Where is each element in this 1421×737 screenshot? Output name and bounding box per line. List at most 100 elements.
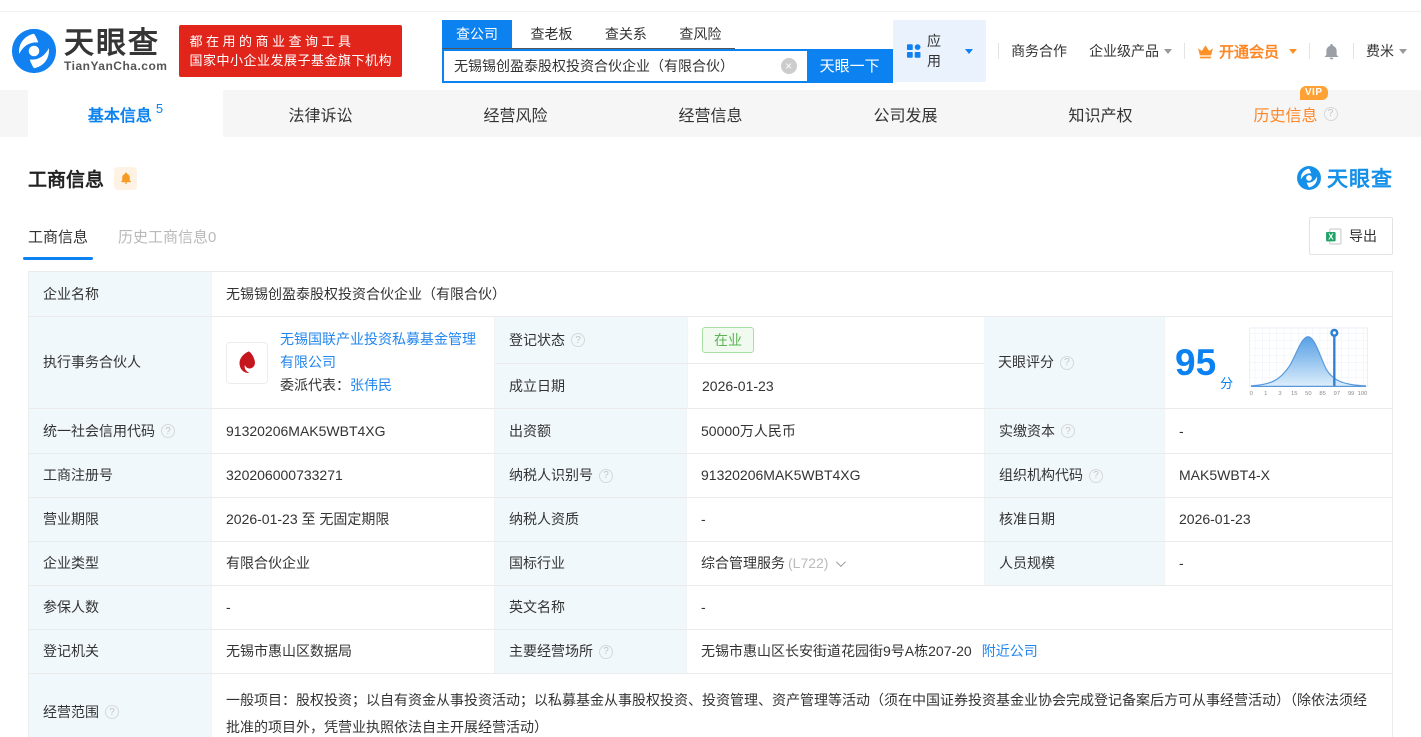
partner-label: 执行事务合伙人 [29, 317, 211, 408]
staff-size-label: 人员规模 [984, 542, 1164, 585]
apps-button[interactable]: 应用 [892, 20, 987, 82]
tab-company-development[interactable]: 公司发展 [808, 90, 1003, 137]
approval-date-value: 2026-01-23 [1164, 498, 1392, 541]
industry-label: 国标行业 [494, 542, 686, 585]
slogan-banner: 都在用的商业查询工具 国家中小企业发展子基金旗下机构 [179, 25, 402, 77]
address-value: 无锡市惠山区长安街道花园街9号A栋207-20 附近公司 [686, 630, 1392, 673]
tab-count: 5 [155, 101, 164, 116]
logo-domain: TianYanCha.com [64, 59, 168, 73]
search-tab-company[interactable]: 查公司 [442, 19, 512, 48]
tab-intellectual-property[interactable]: 知识产权 [1003, 90, 1198, 137]
reg-status-value: 在业 [687, 317, 984, 363]
clear-search-icon[interactable]: × [780, 57, 797, 74]
vip-label: 开通会员 [1219, 43, 1280, 61]
nearby-companies-link[interactable]: 附近公司 [982, 641, 1038, 662]
company-name-label: 企业名称 [29, 272, 211, 316]
reg-number-label: 工商注册号 [29, 454, 211, 497]
divider [1353, 43, 1355, 59]
svg-text:85: 85 [1320, 391, 1326, 397]
notification-bell-icon[interactable] [1322, 42, 1341, 61]
chevron-down-icon [1399, 48, 1408, 54]
row-partner: 执行事务合伙人 无锡国联产业投资私募基金管理有限公司 委派代表：张伟民 登记状态… [29, 317, 1392, 409]
partner-company-logo[interactable] [226, 341, 268, 384]
capital-value: 50000万人民币 [686, 409, 984, 453]
svg-text:97: 97 [1334, 391, 1340, 397]
help-icon[interactable]: ? [571, 333, 585, 347]
tianyancha-watermark-icon [1297, 166, 1321, 190]
excel-icon: X [1326, 228, 1342, 244]
company-type-label: 企业类型 [29, 542, 211, 585]
search-tab-boss[interactable]: 查老板 [516, 20, 586, 48]
tab-operation-info[interactable]: 经营信息 [613, 90, 808, 137]
search-input[interactable] [442, 48, 807, 83]
score-value: 95 分 0 1 3 15 50 85 97 99 100 [1164, 317, 1392, 408]
est-date-label: 成立日期 [495, 364, 687, 408]
main-content: 工商信息 天眼查 工商信息 历史工商信息0 X 导出 企业名称 无锡锡创盈泰股权… [0, 163, 1421, 737]
nav-enterprise-products[interactable]: 企业级产品 [1089, 41, 1173, 61]
biz-scope-label: 经营范围? [29, 674, 211, 737]
help-icon[interactable]: ? [599, 644, 613, 659]
tab-label: 基本信息 [87, 107, 152, 125]
tab-operation-risk[interactable]: 经营风险 [418, 90, 613, 137]
help-icon[interactable]: ? [161, 424, 175, 438]
tianyancha-logo-icon [11, 28, 57, 74]
tab-basic-info[interactable]: 基本信息 5 [28, 90, 223, 137]
paid-capital-label: 实缴资本? [984, 409, 1164, 453]
help-icon[interactable]: ? [1060, 355, 1074, 370]
help-icon[interactable]: ? [1323, 106, 1338, 121]
paid-capital-value: - [1164, 409, 1392, 453]
export-button[interactable]: X 导出 [1309, 217, 1393, 255]
insured-label: 参保人数 [29, 586, 211, 629]
search-tabs: 查公司 查老板 查关系 查风险 [442, 19, 736, 49]
biz-scope-value: 一般项目：股权投资；以自有资金从事投资活动；以私募基金从事股权投资、投资管理、资… [211, 674, 1392, 737]
score-number: 95 [1175, 342, 1217, 383]
svg-text:15: 15 [1291, 391, 1297, 397]
apps-label: 应用 [927, 33, 942, 69]
subtab-history-business-info[interactable]: 历史工商信息0 [118, 226, 216, 247]
company-type-value: 有限合伙企业 [211, 542, 494, 585]
header: 天眼查 TianYanCha.com 都在用的商业查询工具 国家中小企业发展子基… [0, 12, 1421, 90]
partner-rep-link[interactable]: 张伟民 [350, 377, 392, 393]
slogan-line2: 国家中小企业发展子基金旗下机构 [189, 53, 392, 68]
svg-text:100: 100 [1358, 391, 1368, 397]
reg-status-label: 登记状态? [495, 317, 687, 363]
chevron-down-icon [965, 48, 974, 54]
org-code-label: 组织机构代码? [984, 454, 1164, 497]
tab-legal-proceedings[interactable]: 法律诉讼 [223, 90, 418, 137]
search-button[interactable]: 天眼一下 [806, 48, 893, 83]
biz-term-value: 2026-01-23 至 无固定期限 [211, 498, 494, 541]
staff-size-value: - [1164, 542, 1392, 585]
search-tab-risk[interactable]: 查风险 [665, 20, 735, 48]
vip-badge: VIP [1299, 85, 1328, 100]
row-biz-term: 营业期限 2026-01-23 至 无固定期限 纳税人资质 - 核准日期 202… [29, 498, 1392, 542]
user-name: 费米 [1366, 43, 1395, 59]
business-info-table: 企业名称 无锡锡创盈泰股权投资合伙企业（有限合伙） 执行事务合伙人 无锡国联产业… [28, 271, 1393, 737]
search-tab-relation[interactable]: 查关系 [591, 20, 661, 48]
divider [1309, 43, 1311, 59]
help-icon[interactable]: ? [105, 705, 119, 720]
est-date-value: 2026-01-23 [687, 364, 984, 408]
company-nav-tabs: 基本信息 5 法律诉讼 经营风险 经营信息 公司发展 知识产权 历史信息 VIP… [0, 85, 1421, 137]
tab-history-info[interactable]: 历史信息 VIP ? [1198, 85, 1393, 137]
reg-authority-label: 登记机关 [29, 630, 211, 673]
credit-code-value: 91320206MAK5WBT4XG [211, 409, 494, 453]
tianyancha-logo[interactable]: 天眼查 TianYanCha.com [10, 27, 167, 75]
subtab-business-info[interactable]: 工商信息 [22, 226, 94, 260]
monitor-bell-icon[interactable] [114, 166, 138, 190]
row-company-name: 企业名称 无锡锡创盈泰股权投资合伙企业（有限合伙） [29, 272, 1392, 317]
row-insured: 参保人数 - 英文名称 - [29, 586, 1392, 630]
partner-company-link[interactable]: 无锡国联产业投资私募基金管理有限公司 [280, 331, 476, 370]
help-icon[interactable]: ? [1089, 468, 1103, 483]
help-icon[interactable]: ? [599, 468, 613, 483]
expand-chevron-icon[interactable] [836, 557, 847, 568]
user-menu[interactable]: 费米 [1366, 41, 1408, 61]
nav-open-vip[interactable]: 开通会员 [1197, 41, 1298, 62]
svg-text:1: 1 [1264, 391, 1267, 397]
capital-label: 出资额 [494, 409, 686, 453]
org-code-value: MAK5WBT4-X [1164, 454, 1392, 497]
svg-text:50: 50 [1305, 391, 1312, 397]
taxpayer-id-value: 91320206MAK5WBT4XG [686, 454, 984, 497]
section-title: 工商信息 [28, 169, 105, 191]
help-icon[interactable]: ? [1061, 424, 1075, 438]
nav-cooperation[interactable]: 商务合作 [1011, 41, 1067, 61]
